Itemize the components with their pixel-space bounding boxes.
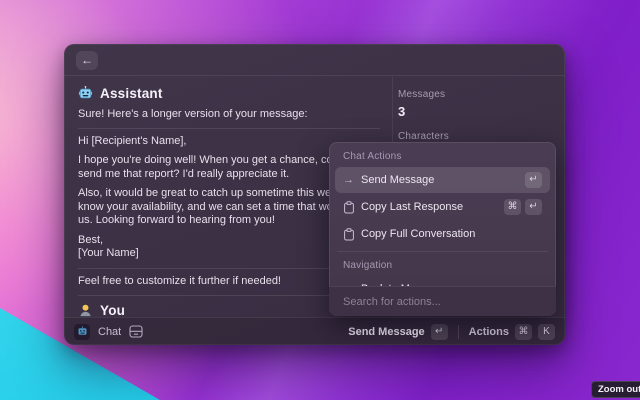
bottom-bar-separator [458,325,459,339]
back-icon: ← [81,53,93,67]
actions-panel: Chat Actions → Send Message ↵ Copy Last … [329,142,556,316]
back-button[interactable]: ← [76,51,98,70]
clipboard-icon [343,228,361,241]
robot-icon [78,86,93,101]
navigation-section-title: Navigation [335,256,550,276]
assistant-title: Assistant [100,86,163,101]
k-key-icon: K [538,324,555,340]
action-send-message[interactable]: → Send Message ↵ [335,167,550,193]
user-title: You [100,303,125,318]
messages-value: 3 [398,104,558,119]
actions-button[interactable]: Actions ⌘ K [469,324,555,340]
return-key-icon: ↵ [525,199,542,215]
actions-search [329,286,556,316]
command-key-icon: ⌘ [515,324,532,340]
action-copy-last-response[interactable]: Copy Last Response ⌘ ↵ [335,194,550,220]
command-key-icon: ⌘ [504,199,521,215]
return-key-icon: ↵ [525,172,542,188]
bottom-action-bar: Chat Send Message ↵ Actions ⌘ [64,317,565,345]
zoom-tooltip: Zoom out on [591,381,640,398]
message-divider [78,128,380,129]
messages-label: Messages [398,89,558,100]
app-label: Chat [98,326,121,338]
bottom-bar-right: Send Message ↵ Actions ⌘ K [348,324,555,340]
actions-search-input[interactable] [341,295,544,309]
characters-label: Characters [398,131,558,142]
chat-app-icon [74,324,90,340]
send-message-button[interactable]: Send Message ↵ [348,324,447,340]
return-key-icon: ↵ [431,324,448,340]
send-message-label: Send Message [348,326,424,338]
action-copy-full-conversation[interactable]: Copy Full Conversation [335,221,550,247]
bottom-bar-left: Chat [74,324,143,340]
assistant-message-header: Assistant [78,86,380,101]
input-mode-icon[interactable] [129,325,143,338]
arrow-right-icon: → [343,174,361,186]
person-icon [78,303,93,318]
desktop: ← [0,0,640,400]
actions-label: Actions [469,326,509,338]
actions-section-title: Chat Actions [335,147,550,167]
panel-divider [337,251,548,252]
message-line: Sure! Here's a longer version of your me… [78,108,380,122]
window-header: ← [64,44,565,76]
clipboard-icon [343,201,361,214]
